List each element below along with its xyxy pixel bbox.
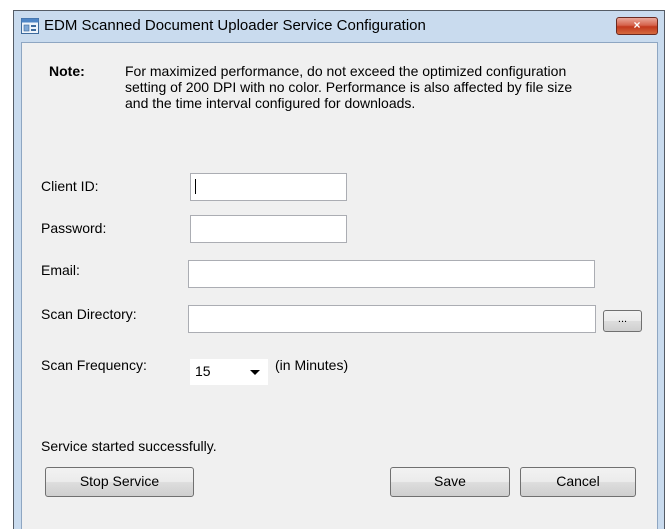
close-icon: × <box>633 18 641 32</box>
title-bar[interactable]: EDM Scanned Document Uploader Service Co… <box>14 11 664 42</box>
text-caret <box>195 179 196 194</box>
dialog-body: Note: For maximized performance, do not … <box>21 42 658 529</box>
window-title: EDM Scanned Document Uploader Service Co… <box>44 17 426 34</box>
close-button[interactable]: × <box>616 17 658 35</box>
chevron-down-icon <box>250 370 260 375</box>
email-label: Email: <box>41 262 80 278</box>
note-text: For maximized performance, do not exceed… <box>125 63 573 111</box>
save-button[interactable]: Save <box>390 467 510 497</box>
scan-directory-input[interactable] <box>188 305 596 333</box>
config-window: EDM Scanned Document Uploader Service Co… <box>13 10 665 529</box>
cancel-button[interactable]: Cancel <box>520 467 636 497</box>
password-label: Password: <box>41 220 107 236</box>
browse-button[interactable]: ... <box>603 310 642 332</box>
email-input[interactable] <box>188 260 595 288</box>
password-input[interactable] <box>190 215 347 243</box>
scan-frequency-unit: (in Minutes) <box>275 357 349 373</box>
stop-service-button[interactable]: Stop Service <box>45 467 194 497</box>
scan-frequency-label: Scan Frequency: <box>41 357 147 373</box>
scan-directory-label: Scan Directory: <box>41 306 137 322</box>
scan-frequency-value: 15 <box>195 363 211 379</box>
status-text: Service started successfully. <box>41 438 217 454</box>
client-id-input[interactable] <box>190 173 347 201</box>
app-window-icon <box>21 18 39 34</box>
scan-frequency-select[interactable]: 15 <box>190 359 268 385</box>
note-heading: Note: <box>49 63 85 79</box>
client-id-label: Client ID: <box>41 178 99 194</box>
